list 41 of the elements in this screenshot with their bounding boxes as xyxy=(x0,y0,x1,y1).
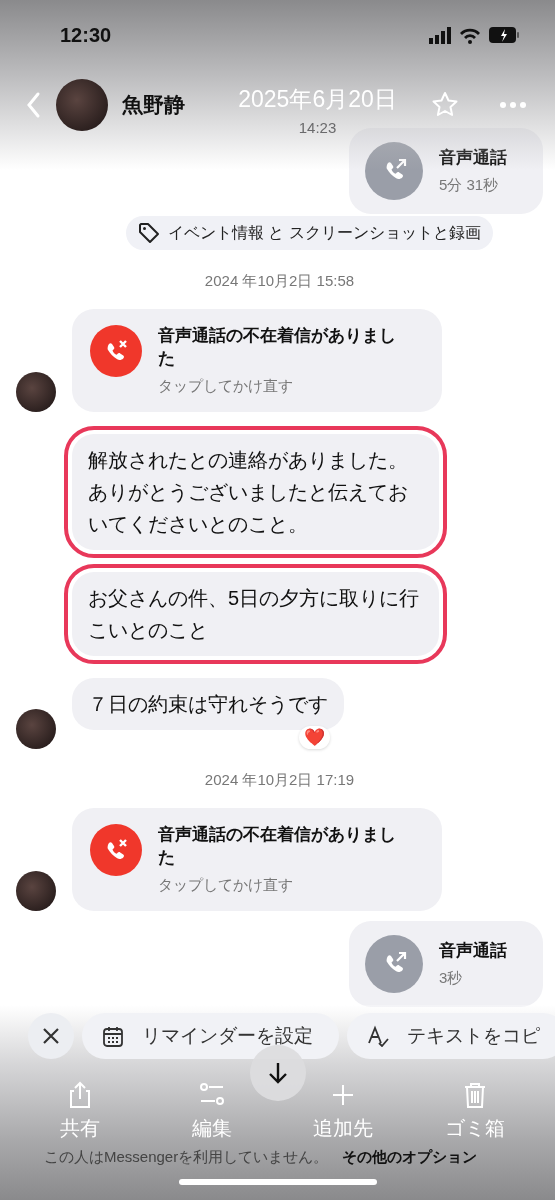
text-check-icon xyxy=(367,1025,389,1047)
call-bubble[interactable]: 音声通話 5分 31秒 xyxy=(349,128,543,214)
close-button[interactable] xyxy=(28,1013,74,1059)
call-title: 音声通話の不在着信がありました xyxy=(158,823,397,869)
photo-date: 2025年6月20日 xyxy=(238,85,397,114)
star-icon[interactable] xyxy=(431,91,459,119)
tag-icon xyxy=(138,222,161,244)
callback-hint: タップしてかけ直す xyxy=(158,875,294,895)
callback-hint: タップしてかけ直す xyxy=(158,376,294,396)
missed-call-bubble[interactable]: 音声通話の不在着信がありました タップしてかけ直す xyxy=(72,309,442,412)
close-icon xyxy=(41,1026,61,1046)
outgoing-call-icon xyxy=(365,142,423,200)
photo-time: 14:23 xyxy=(298,119,337,136)
call-bubble[interactable]: 音声通話 3秒 xyxy=(349,920,543,1007)
back-icon[interactable] xyxy=(24,91,42,119)
calendar-icon xyxy=(102,1025,124,1047)
call-duration: 3秒 xyxy=(439,968,464,988)
timestamp: 2024 年10月2日 17:19 xyxy=(204,770,355,790)
call-duration: 5分 31秒 xyxy=(439,175,500,195)
reminder-chip[interactable]: リマインダーを設定 xyxy=(82,1013,339,1059)
missed-call-icon xyxy=(90,823,142,876)
avatar xyxy=(56,79,108,131)
call-title: 音声通話の不在着信がありました xyxy=(158,325,397,370)
tag-label: イベント情報 と スクリーンショットと録画 xyxy=(168,222,481,243)
call-title: 音声通話 xyxy=(439,939,507,962)
tag-chip[interactable]: イベント情報 と スクリーンショットと録画 xyxy=(126,216,493,250)
copy-text-chip[interactable]: テキストをコピ xyxy=(347,1013,555,1059)
outgoing-call-icon xyxy=(365,934,423,993)
notice-text: この人はMessengerを利用していません。 xyxy=(44,1148,329,1167)
more-icon[interactable] xyxy=(499,101,527,109)
missed-call-icon xyxy=(90,325,142,377)
missed-call-bubble[interactable]: 音声通話の不在着信がありました タップしてかけ直す xyxy=(72,807,442,911)
signal-icon xyxy=(429,26,451,44)
battery-icon xyxy=(489,26,519,44)
timestamp: 2024 年10月2日 15:58 xyxy=(204,272,355,291)
more-options-link[interactable]: その他のオプション xyxy=(342,1148,478,1167)
call-title: 音声通話 xyxy=(439,147,507,170)
status-time: 12:30 xyxy=(60,23,112,47)
wifi-icon xyxy=(459,26,481,44)
contact-name: 魚野静 xyxy=(122,92,185,118)
down-arrow-icon xyxy=(266,1061,289,1085)
